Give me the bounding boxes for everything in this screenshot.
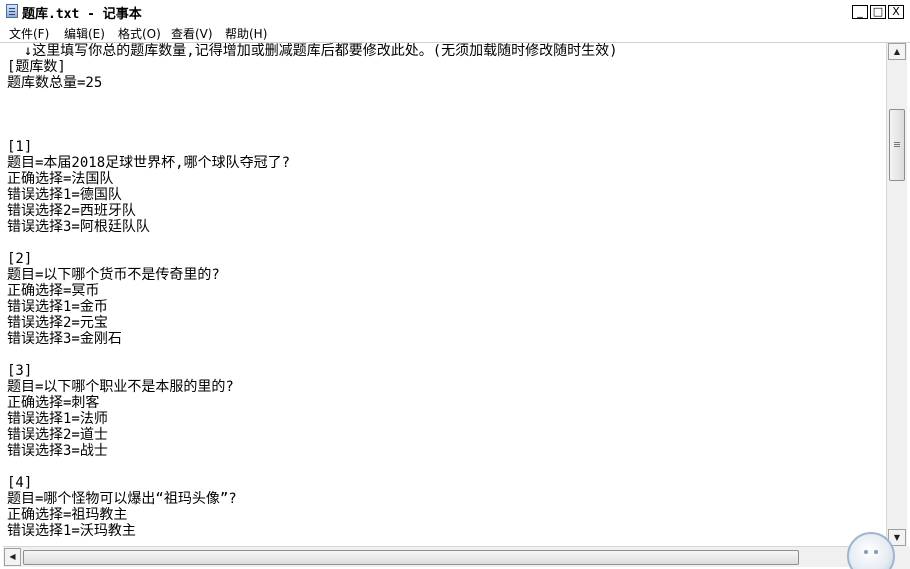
text-line-instruction: ↓这里填写你总的题库数量,记得增加或删减题库后都要修改此处。(无须加载随时修改随…	[7, 43, 618, 59]
text-line-wrong-answer: 错误选择1=法师	[7, 411, 108, 427]
text-line-question-header: [4]	[7, 475, 33, 491]
text-line-wrong-answer: 错误选择3=战士	[7, 443, 108, 459]
text-line-wrong-answer: 错误选择2=道士	[7, 427, 108, 443]
scroll-left-button[interactable]: ◀	[4, 548, 21, 566]
text-line-wrong-answer: 错误选择2=西班牙队	[7, 203, 136, 219]
text-line-correct-answer: 正确选择=祖玛教主	[7, 507, 128, 523]
notepad-icon	[6, 4, 18, 18]
menu-help[interactable]: 帮助(H)	[225, 25, 267, 42]
text-line-correct-answer: 正确选择=刺客	[7, 395, 100, 411]
maximize-button[interactable]: □	[870, 5, 886, 19]
text-line-question: 题目=以下哪个货币不是传奇里的?	[7, 267, 220, 283]
window-title: 题库.txt - 记事本	[22, 7, 142, 22]
text-line-total-count: 题库数总量=25	[7, 75, 103, 91]
menu-view[interactable]: 查看(V)	[171, 25, 213, 42]
menu-edit[interactable]: 编辑(E)	[64, 25, 105, 42]
text-editor-area[interactable]: ↓这里填写你总的题库数量,记得增加或删减题库后都要修改此处。(无须加载随时修改随…	[3, 43, 886, 545]
text-line-question-header: [2]	[7, 251, 33, 267]
text-line-correct-answer: 正确选择=法国队	[7, 171, 114, 187]
menu-format[interactable]: 格式(O)	[118, 25, 161, 42]
horizontal-scroll-thumb[interactable]	[23, 550, 799, 565]
scroll-up-button[interactable]: ▲	[888, 43, 906, 60]
text-line-wrong-answer: 错误选择1=沃玛教主	[7, 523, 136, 539]
text-line-question: 题目=本届2018足球世界杯,哪个球队夺冠了?	[7, 155, 290, 171]
horizontal-scrollbar[interactable]: ◀ ▶	[3, 546, 886, 567]
menu-file[interactable]: 文件(F)	[9, 25, 49, 42]
text-line-section-header: [题库数]	[7, 59, 66, 75]
text-line-wrong-answer: 错误选择1=德国队	[7, 187, 122, 203]
text-line-wrong-answer: 错误选择2=元宝	[7, 315, 108, 331]
title-bar: 题库.txt - 记事本 _ □ X	[0, 0, 910, 22]
minimize-button[interactable]: _	[852, 5, 868, 19]
text-line-question: 题目=哪个怪物可以爆出“祖玛头像”?	[7, 491, 237, 507]
text-line-wrong-answer: 错误选择3=金刚石	[7, 331, 122, 347]
text-line-correct-answer: 正确选择=冥币	[7, 283, 100, 299]
text-line-question-header: [3]	[7, 363, 33, 379]
text-line-wrong-answer: 错误选择1=金币	[7, 299, 108, 315]
vertical-scrollbar[interactable]: ▲ ▼	[886, 43, 907, 546]
menu-bar: 文件(F) 编辑(E) 格式(O) 查看(V) 帮助(H)	[0, 22, 910, 43]
vertical-scroll-thumb[interactable]	[889, 109, 905, 181]
text-line-question: 题目=以下哪个职业不是本服的里的?	[7, 379, 234, 395]
notepad-window: 题库.txt - 记事本 _ □ X 文件(F) 编辑(E) 格式(O) 查看(…	[0, 0, 910, 569]
close-button[interactable]: X	[888, 5, 904, 19]
text-line-wrong-answer: 错误选择3=阿根廷队队	[7, 219, 150, 235]
text-line-question-header: [1]	[7, 139, 33, 155]
